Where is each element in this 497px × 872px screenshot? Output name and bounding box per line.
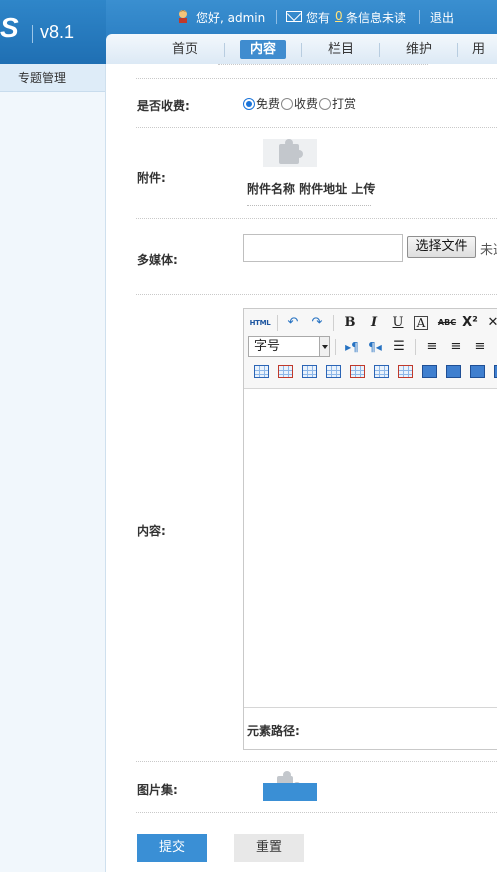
radio-tip[interactable] [319,97,332,110]
charge-label: 是否收费: [137,99,190,113]
sidebar-item-topic-management[interactable]: 专题管理 [0,64,105,92]
main-nav: 首页 内容 栏目 维护 用 [106,34,497,64]
editor-body[interactable] [244,390,497,710]
chevron-down-icon [319,337,329,356]
choose-file-button[interactable]: 选择文件 [407,236,476,258]
messages-suffix: 条信息未读 [346,11,407,25]
gallery-upload-button[interactable] [263,783,317,801]
media-url-input[interactable] [243,234,403,262]
nav-home[interactable]: 首页 [162,40,208,59]
row-divider [218,64,428,65]
merge-cells-icon[interactable] [422,365,437,378]
indent-icon[interactable]: ☰ [390,338,408,356]
envelope-icon[interactable] [286,11,302,22]
user-greeting[interactable]: 您好, admin [196,9,265,26]
radio-free[interactable] [243,97,255,110]
insert-caption-icon[interactable] [302,365,317,378]
puzzle-plugin-icon [279,139,303,164]
version-label: v8.1 [40,22,75,42]
italic-icon[interactable]: I [365,314,383,332]
insert-row-icon[interactable] [326,365,341,378]
content-label: 内容: [137,524,166,538]
nav-users[interactable]: 用 [472,40,497,59]
insert-col-icon[interactable] [374,365,389,378]
reset-button[interactable]: 重置 [234,834,304,862]
toolbar-divider [335,339,336,355]
media-label: 多媒体: [137,253,178,267]
user-avatar-icon [179,10,187,23]
element-path-bar: 元素路径: [244,707,497,749]
delete-row-icon[interactable] [350,365,365,378]
insert-table-icon[interactable] [254,365,269,378]
nav-divider [224,43,225,57]
redo-icon[interactable]: ↷ [308,314,326,332]
attachment-underline [247,205,371,206]
top-header: S v8.1 您好, admin 您有 0 条信息未读 退出 首页 内容 栏目 … [0,0,497,64]
align-right-icon[interactable]: ≡ [471,338,489,356]
underline-icon[interactable]: U [389,314,407,332]
toolbar-divider [277,315,278,331]
font-border-icon[interactable]: A [414,316,428,330]
rtl-icon[interactable]: ¶◂ [366,338,384,356]
row-divider [136,812,497,813]
editor-toolbar: HTML ↶ ↷ B I U A ABC X² ✕ 字号 ▸¶ ¶◂ ☰ ≡ ≡… [244,309,497,389]
attachment-upload-area[interactable] [263,139,317,167]
delete-table-icon[interactable] [278,365,293,378]
nav-content[interactable]: 内容 [240,40,286,59]
align-center-icon[interactable]: ≡ [447,338,465,356]
toolbar-divider [415,339,416,355]
attachment-label: 附件: [137,171,166,185]
font-size-value: 字号 [254,339,281,354]
logo[interactable]: S v8.1 [0,0,106,64]
delete-col-icon[interactable] [398,365,413,378]
strikethrough-icon[interactable]: ABC [436,314,458,332]
nav-columns[interactable]: 栏目 [318,40,364,59]
row-divider [136,78,497,79]
attachment-columns: 附件名称 附件地址 上传 [247,182,376,196]
align-left-icon[interactable]: ≡ [423,338,441,356]
radio-free-label[interactable]: 免费 [256,95,280,112]
radio-paid-label[interactable]: 收费 [294,95,318,112]
logo-mark: S [0,12,19,43]
clear-format-icon[interactable]: ✕ [484,314,497,332]
font-size-select[interactable]: 字号 [248,336,330,357]
source-html-icon[interactable]: HTML [249,314,271,332]
bold-icon[interactable]: B [341,314,359,332]
submit-button[interactable]: 提交 [137,834,207,862]
sidebar: 专题管理 [0,64,106,872]
element-path-label: 元素路径: [247,724,300,738]
toolbar-divider [333,315,334,331]
gallery-label: 图片集: [137,783,178,797]
nav-divider [457,43,458,57]
content-form: 是否收费: 免费 收费 打赏 附件: 附件名称 附件地址 上传 多媒体: 选择文… [106,64,497,872]
nav-divider [301,43,302,57]
row-divider [136,761,497,762]
row-divider [136,127,497,128]
ltr-icon[interactable]: ▸¶ [343,338,361,356]
radio-paid[interactable] [281,97,294,110]
nav-maintenance[interactable]: 维护 [396,40,442,59]
charge-radio-group: 免费 收费 打赏 [243,95,357,112]
logo-divider [32,25,33,43]
messages-prefix: 您有 [306,11,331,25]
merge-down-icon[interactable] [470,365,485,378]
userbar-divider [419,10,420,24]
undo-icon[interactable]: ↶ [284,314,302,332]
messages-count-link[interactable]: 0 [335,9,343,23]
file-status: 未选 [480,243,497,258]
user-bar: 您好, admin 您有 0 条信息未读 退出 [106,0,497,34]
merge-right-icon[interactable] [446,365,461,378]
logout-link[interactable]: 退出 [430,9,454,26]
rich-text-editor: HTML ↶ ↷ B I U A ABC X² ✕ 字号 ▸¶ ¶◂ ☰ ≡ ≡… [243,308,497,750]
row-divider [136,294,497,295]
userbar-divider [276,10,277,24]
nav-divider [379,43,380,57]
superscript-icon[interactable]: X² [461,314,479,332]
row-divider [136,218,497,219]
radio-tip-label[interactable]: 打赏 [332,95,356,112]
